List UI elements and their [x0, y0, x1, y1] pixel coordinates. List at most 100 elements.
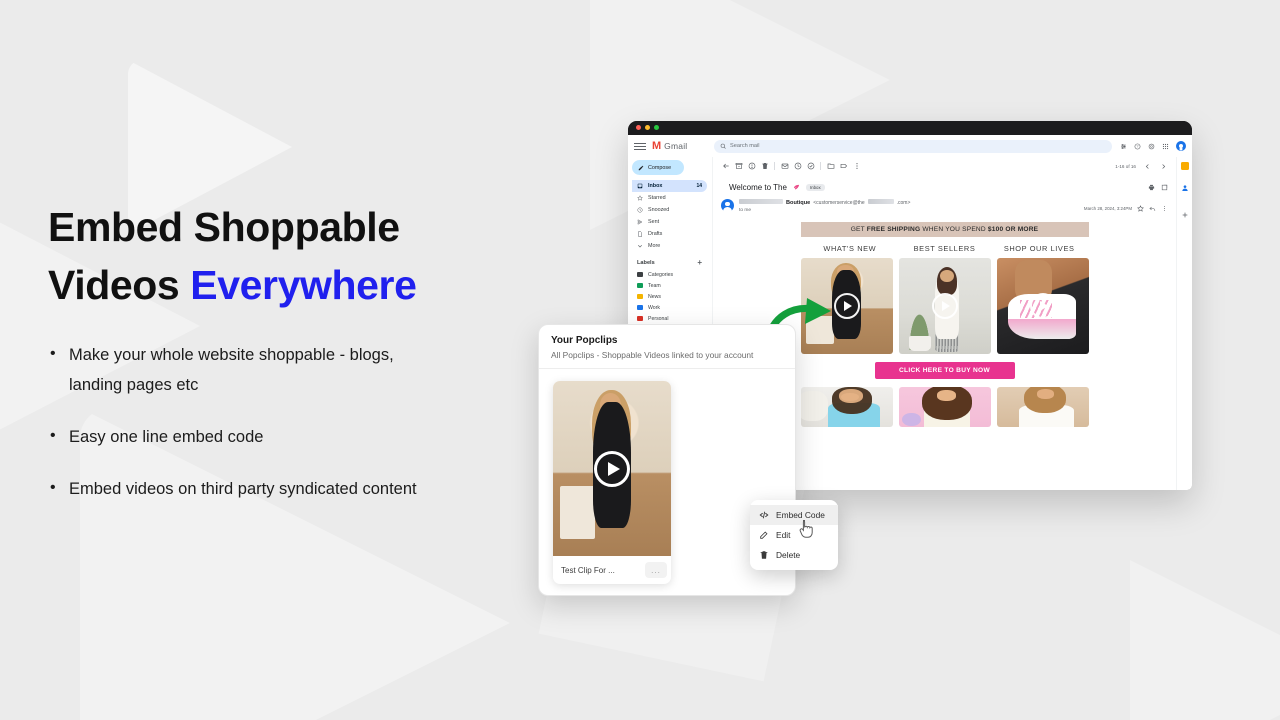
account-avatar[interactable] [1176, 141, 1186, 151]
play-button-icon[interactable] [833, 293, 860, 319]
menu-item-label: Delete [776, 550, 801, 560]
pagination-label: 1-16 of 16 [1115, 163, 1136, 169]
star-icon[interactable] [1137, 199, 1144, 217]
maximize-window-dot[interactable] [654, 125, 659, 130]
product-video-thumbnail[interactable] [996, 387, 1089, 427]
gmail-top-bar: M Gmail Search mail ? [628, 135, 1192, 157]
sidebar-item-team[interactable]: Team [632, 280, 707, 291]
sidebar-item-sent[interactable]: Sent [632, 216, 707, 228]
previous-page-icon[interactable] [1141, 160, 1154, 173]
list-item: Make your whole website shoppable - blog… [48, 339, 448, 400]
play-button-icon[interactable] [931, 293, 958, 319]
sidebar-item-work[interactable]: Work [632, 302, 707, 313]
sidebar-item-drafts[interactable]: Drafts [632, 228, 707, 240]
move-to-icon[interactable] [824, 160, 837, 173]
draft-icon [638, 231, 642, 237]
open-in-new-window-icon[interactable] [1161, 178, 1168, 196]
popclip-card[interactable]: Test Clip For ... ... [553, 381, 671, 584]
popclip-thumbnail[interactable] [553, 381, 671, 556]
product-video-thumbnail[interactable] [800, 387, 893, 427]
menu-item-delete[interactable]: Delete [750, 545, 838, 565]
category-label[interactable]: BEST SELLERS [897, 244, 992, 253]
newsletter-email-body: GET FREE SHIPPING WHEN YOU SPEND $100 OR… [800, 222, 1089, 427]
gmail-side-panel [1176, 157, 1192, 490]
minimize-window-dot[interactable] [645, 125, 650, 130]
category-label[interactable]: SHOP OUR LIVES [992, 244, 1087, 253]
play-button-icon[interactable] [1029, 293, 1056, 319]
label-color-swatch [637, 316, 643, 321]
category-label[interactable]: WHAT'S NEW [803, 244, 898, 253]
sidebar-item-label: Team [648, 282, 661, 289]
contacts-icon[interactable] [1181, 179, 1189, 197]
more-options-icon[interactable] [850, 160, 863, 173]
label-color-swatch [637, 294, 643, 299]
calendar-icon[interactable] [1180, 162, 1189, 170]
recipient-line[interactable]: to me [739, 208, 910, 213]
archive-icon[interactable] [732, 160, 745, 173]
compose-button[interactable]: Compose [632, 160, 684, 175]
chevron-down-icon [638, 245, 642, 248]
message-subject: Welcome to The [729, 182, 787, 192]
clock-icon [637, 207, 643, 213]
headline-line-2: Videos [48, 262, 191, 309]
play-button-icon[interactable] [594, 450, 630, 487]
product-video-thumbnail[interactable] [898, 387, 991, 427]
sender-email: <customerservice@the [813, 200, 865, 206]
sidebar-item-news[interactable]: News [632, 291, 707, 302]
help-icon[interactable]: ? [1134, 143, 1141, 150]
next-page-icon[interactable] [1157, 160, 1170, 173]
back-arrow-icon[interactable] [719, 160, 732, 173]
hero-copy-column: Embed Shoppable Videos Everywhere Make y… [48, 198, 518, 527]
sidebar-item-starred[interactable]: Starred [632, 192, 707, 204]
sidebar-item-personal[interactable]: Personal [632, 313, 707, 324]
gmail-topbar-icons: ? [1120, 141, 1186, 151]
close-window-dot[interactable] [636, 125, 641, 130]
sidebar-item-snoozed[interactable]: Snoozed [632, 204, 707, 216]
sidebar-item-inbox[interactable]: Inbox 14 [632, 180, 707, 192]
label-color-swatch [637, 305, 643, 310]
message-timestamp: March 28, 2024, 3:24PM [1083, 205, 1132, 211]
gmail-brand-label: Gmail [664, 141, 688, 151]
sidebar-item-label: Snoozed [648, 207, 670, 213]
menu-item-label: Edit [776, 530, 791, 540]
menu-item-edit[interactable]: Edit [750, 525, 838, 545]
delete-icon[interactable] [758, 160, 771, 173]
labels-header-label: Labels [637, 259, 655, 266]
labels-section-header: Labels + [632, 256, 707, 269]
tune-icon[interactable] [1120, 143, 1127, 150]
snooze-icon[interactable] [791, 160, 804, 173]
label-color-swatch [637, 272, 643, 277]
product-video-thumbnail[interactable] [898, 258, 991, 354]
mark-unread-icon[interactable] [778, 160, 791, 173]
more-options-icon[interactable] [1161, 199, 1168, 217]
message-subject-row: Welcome to The Inbox [713, 175, 1176, 196]
search-input[interactable]: Search mail [714, 139, 1112, 153]
apps-grid-icon[interactable] [1162, 143, 1169, 150]
labels-icon[interactable] [837, 160, 850, 173]
add-to-tasks-icon[interactable] [804, 160, 817, 173]
report-spam-icon[interactable] [745, 160, 758, 173]
message-meta: March 28, 2024, 3:24PM [1084, 199, 1168, 217]
banner-text-bold-1: FREE SHIPPING [866, 226, 921, 233]
add-ons-plus-icon[interactable] [1181, 206, 1189, 224]
product-video-thumbnail[interactable] [996, 258, 1089, 354]
sidebar-item-label: Sent [648, 219, 660, 225]
sidebar-item-label: Categories [648, 271, 674, 278]
add-label-plus-icon[interactable]: + [697, 258, 702, 267]
status-badge[interactable]: Inbox [805, 183, 825, 191]
headline-line-1: Embed Shoppable [48, 204, 400, 250]
main-menu-icon[interactable] [634, 142, 646, 150]
banner-text-bold-2: $100 OR MORE [987, 226, 1039, 233]
sidebar-item-label: News [648, 293, 661, 300]
buy-now-button[interactable]: CLICK HERE TO BUY NOW [874, 362, 1015, 379]
reply-icon[interactable] [1149, 199, 1156, 217]
menu-item-embed-code[interactable]: Embed Code [750, 505, 838, 525]
sidebar-item-more[interactable]: More [632, 240, 707, 252]
settings-gear-icon[interactable] [1148, 143, 1155, 150]
popclip-more-button[interactable]: ... [645, 562, 667, 578]
sidebar-item-categories[interactable]: Categories [632, 269, 707, 280]
print-icon[interactable] [1148, 178, 1155, 196]
product-video-row-2 [800, 387, 1089, 427]
tag-icon [793, 178, 800, 196]
inbox-unread-count: 14 [696, 183, 702, 189]
